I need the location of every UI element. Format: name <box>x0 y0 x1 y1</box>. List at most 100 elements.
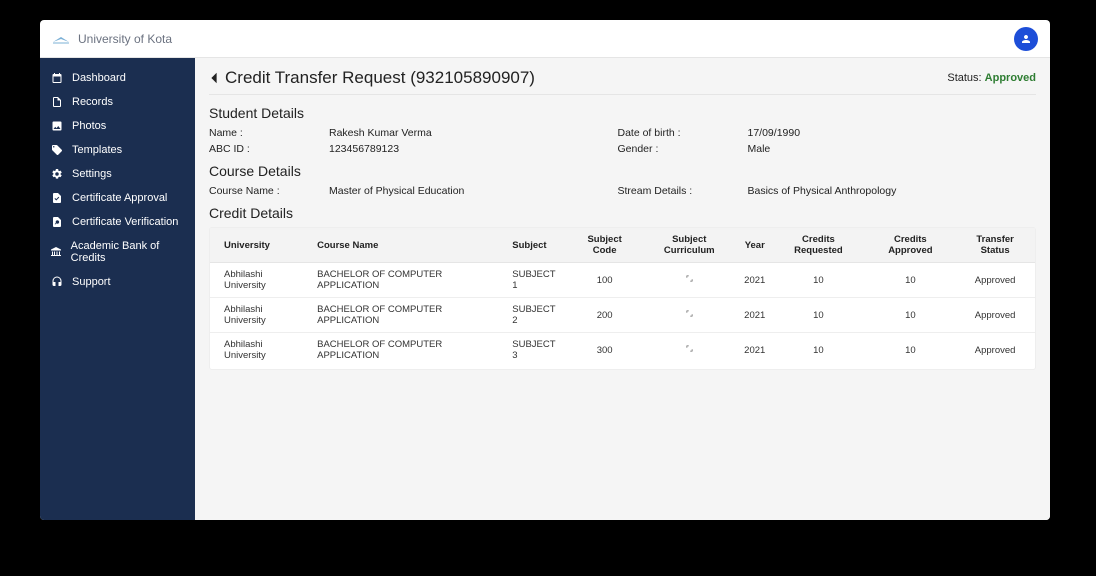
year-cell: 2021 <box>738 263 771 298</box>
sidebar-item-label: Records <box>72 96 113 108</box>
col-credits-requested: Credits Requested <box>771 228 865 263</box>
credits-requested-cell: 10 <box>771 263 865 298</box>
year-cell: 2021 <box>738 298 771 333</box>
brand-name: University of Kota <box>78 32 172 46</box>
subject-curriculum-cell <box>640 298 738 333</box>
credits-requested-cell: 10 <box>771 333 865 368</box>
headset-icon <box>50 276 64 288</box>
course-name-cell: BACHELOR OF COMPUTER APPLICATION <box>311 263 506 298</box>
calendar-icon <box>50 72 64 84</box>
status-label: Status: <box>947 72 984 84</box>
table-row: Abhilashi UniversityBACHELOR OF COMPUTER… <box>210 263 1035 298</box>
subject-curriculum-cell <box>640 333 738 368</box>
name-label: Name : <box>209 127 329 139</box>
col-subject-code: Subject Code <box>569 228 640 263</box>
transfer-status-cell: Approved <box>955 298 1035 333</box>
body: Dashboard Records Photos Templates Setti… <box>40 58 1050 520</box>
course-name-cell: BACHELOR OF COMPUTER APPLICATION <box>311 333 506 368</box>
credit-details-card: University Course Name Subject Subject C… <box>209 227 1036 370</box>
expand-icon[interactable] <box>685 345 694 356</box>
file-icon <box>50 96 64 108</box>
year-cell: 2021 <box>738 333 771 368</box>
course-details-header: Course Details <box>209 163 1036 179</box>
name-value: Rakesh Kumar Verma <box>329 127 618 139</box>
main: Credit Transfer Request (932105890907) S… <box>195 58 1050 520</box>
dob-value: 17/09/1990 <box>748 127 1037 139</box>
credit-details-header: Credit Details <box>209 205 1036 221</box>
course-name-label: Course Name : <box>209 185 329 197</box>
course-details-grid: Course Name : Master of Physical Educati… <box>209 185 1036 197</box>
sidebar-item-settings[interactable]: Settings <box>40 162 195 186</box>
col-credits-approved: Credits Approved <box>866 228 956 263</box>
university-cell: Abhilashi University <box>210 298 311 333</box>
dob-label: Date of birth : <box>618 127 748 139</box>
expand-icon[interactable] <box>685 310 694 321</box>
subject-cell: SUBJECT 1 <box>506 263 569 298</box>
sidebar-item-templates[interactable]: Templates <box>40 138 195 162</box>
sidebar-item-photos[interactable]: Photos <box>40 114 195 138</box>
sidebar-item-label: Photos <box>72 120 106 132</box>
back-chevron-icon[interactable] <box>209 71 219 85</box>
page-title: Credit Transfer Request (932105890907) <box>225 68 535 88</box>
status-value: Approved <box>985 72 1036 84</box>
col-year: Year <box>738 228 771 263</box>
subject-code-cell: 200 <box>569 298 640 333</box>
university-cell: Abhilashi University <box>210 263 311 298</box>
course-name-value: Master of Physical Education <box>329 185 618 197</box>
col-subject-curriculum: Subject Curriculum <box>640 228 738 263</box>
transfer-status-cell: Approved <box>955 263 1035 298</box>
student-details-grid: Name : Rakesh Kumar Verma Date of birth … <box>209 127 1036 155</box>
gender-label: Gender : <box>618 143 748 155</box>
user-avatar-button[interactable] <box>1014 27 1038 51</box>
image-icon <box>50 120 64 132</box>
sidebar-item-label: Settings <box>72 168 112 180</box>
sidebar-item-label: Certificate Approval <box>72 192 167 204</box>
status-badge: Status: Approved <box>947 72 1036 84</box>
tag-icon <box>50 144 64 156</box>
course-name-cell: BACHELOR OF COMPUTER APPLICATION <box>311 298 506 333</box>
sidebar-item-certificate-verification[interactable]: Certificate Verification <box>40 210 195 234</box>
brand-logo-icon <box>52 34 70 44</box>
sidebar-item-certificate-approval[interactable]: Certificate Approval <box>40 186 195 210</box>
sidebar-item-label: Templates <box>72 144 122 156</box>
table-row: Abhilashi UniversityBACHELOR OF COMPUTER… <box>210 298 1035 333</box>
stream-label: Stream Details : <box>618 185 748 197</box>
app-window: University of Kota Dashboard Records Pho… <box>40 20 1050 520</box>
subject-curriculum-cell <box>640 263 738 298</box>
gender-value: Male <box>748 143 1037 155</box>
col-university: University <box>210 228 311 263</box>
bank-icon <box>50 246 63 258</box>
credits-approved-cell: 10 <box>866 263 956 298</box>
sidebar-item-academic-bank-of-credits[interactable]: Academic Bank of Credits <box>40 234 195 270</box>
topbar: University of Kota <box>40 20 1050 58</box>
sidebar-item-label: Certificate Verification <box>72 216 178 228</box>
table-row: Abhilashi UniversityBACHELOR OF COMPUTER… <box>210 333 1035 368</box>
subject-cell: SUBJECT 2 <box>506 298 569 333</box>
abcid-label: ABC ID : <box>209 143 329 155</box>
search-doc-icon <box>50 216 64 228</box>
sidebar-item-label: Support <box>72 276 111 288</box>
university-cell: Abhilashi University <box>210 333 311 368</box>
credit-details-table: University Course Name Subject Subject C… <box>210 228 1035 367</box>
stream-value: Basics of Physical Anthropology <box>748 185 1037 197</box>
expand-icon[interactable] <box>685 275 694 286</box>
col-subject: Subject <box>506 228 569 263</box>
credits-approved-cell: 10 <box>866 333 956 368</box>
page-title-row: Credit Transfer Request (932105890907) S… <box>209 68 1036 95</box>
sidebar-item-records[interactable]: Records <box>40 90 195 114</box>
credits-requested-cell: 10 <box>771 298 865 333</box>
sidebar: Dashboard Records Photos Templates Setti… <box>40 58 195 520</box>
subject-code-cell: 100 <box>569 263 640 298</box>
subject-code-cell: 300 <box>569 333 640 368</box>
abcid-value: 123456789123 <box>329 143 618 155</box>
transfer-status-cell: Approved <box>955 333 1035 368</box>
credits-approved-cell: 10 <box>866 298 956 333</box>
sidebar-item-label: Dashboard <box>72 72 126 84</box>
sidebar-item-support[interactable]: Support <box>40 270 195 294</box>
student-details-header: Student Details <box>209 105 1036 121</box>
col-course-name: Course Name <box>311 228 506 263</box>
gear-icon <box>50 168 64 180</box>
check-doc-icon <box>50 192 64 204</box>
subject-cell: SUBJECT 3 <box>506 333 569 368</box>
sidebar-item-dashboard[interactable]: Dashboard <box>40 66 195 90</box>
